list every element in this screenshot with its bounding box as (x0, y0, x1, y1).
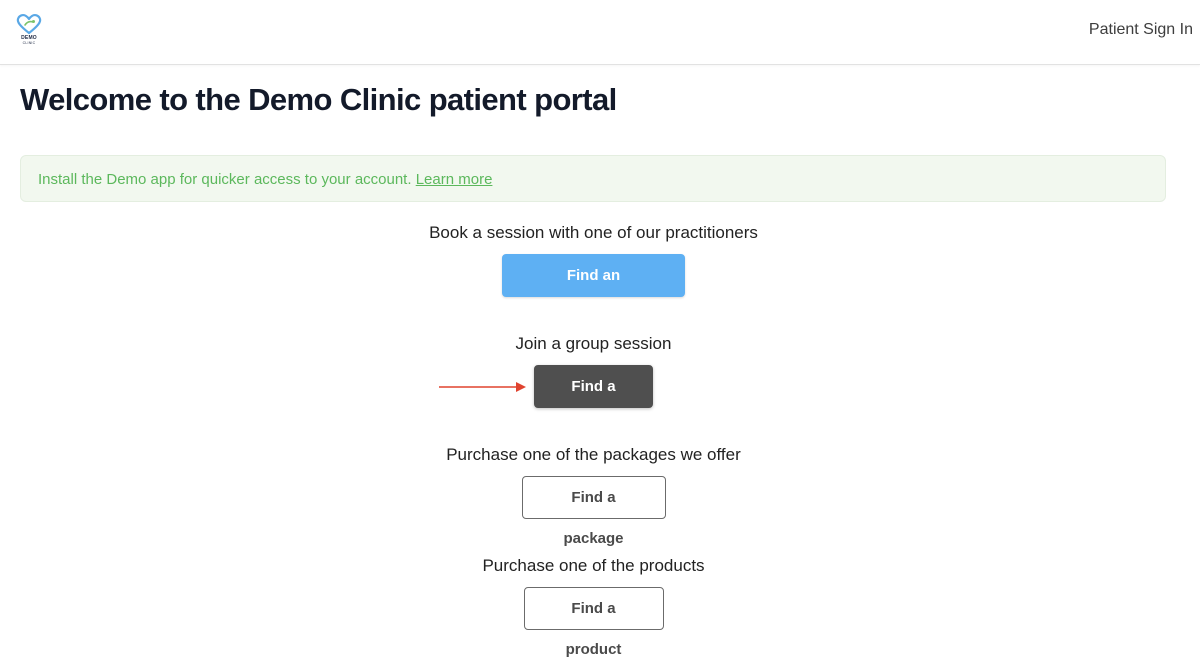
page-title: Welcome to the Demo Clinic patient porta… (20, 82, 617, 117)
install-app-banner: Install the Demo app for quicker access … (20, 155, 1166, 202)
clinic-logo[interactable]: DEMO CLINIC (14, 13, 44, 49)
patient-sign-in-link[interactable]: Patient Sign In (1089, 21, 1193, 39)
heart-logo-icon (16, 14, 42, 35)
find-appointment-button[interactable]: Find an appointment (502, 254, 685, 325)
section-book-appointment: Book a session with one of our practitio… (0, 222, 1187, 326)
find-class-button[interactable]: Find a class (534, 365, 653, 436)
find-product-button[interactable]: Find a product (523, 587, 664, 658)
section-packages: Purchase one of the packages we offer Fi… (0, 444, 1187, 548)
find-package-button[interactable]: Find a package (521, 476, 666, 547)
section-group-session: Join a group session Find a class (0, 333, 1187, 437)
section-label: Purchase one of the packages we offer (446, 445, 741, 464)
section-label: Join a group session (515, 334, 672, 353)
section-label: Book a session with one of our practitio… (429, 223, 758, 242)
logo-subtitle: CLINIC (22, 41, 36, 45)
learn-more-link[interactable]: Learn more (416, 171, 493, 188)
section-products: Purchase one of the products Find a prod… (0, 555, 1187, 659)
section-label: Purchase one of the products (482, 556, 705, 575)
banner-text: Install the Demo app for quicker access … (38, 171, 416, 188)
top-navigation-bar: DEMO CLINIC Patient Sign In (0, 0, 1200, 65)
annotation-arrow-icon (439, 382, 526, 392)
